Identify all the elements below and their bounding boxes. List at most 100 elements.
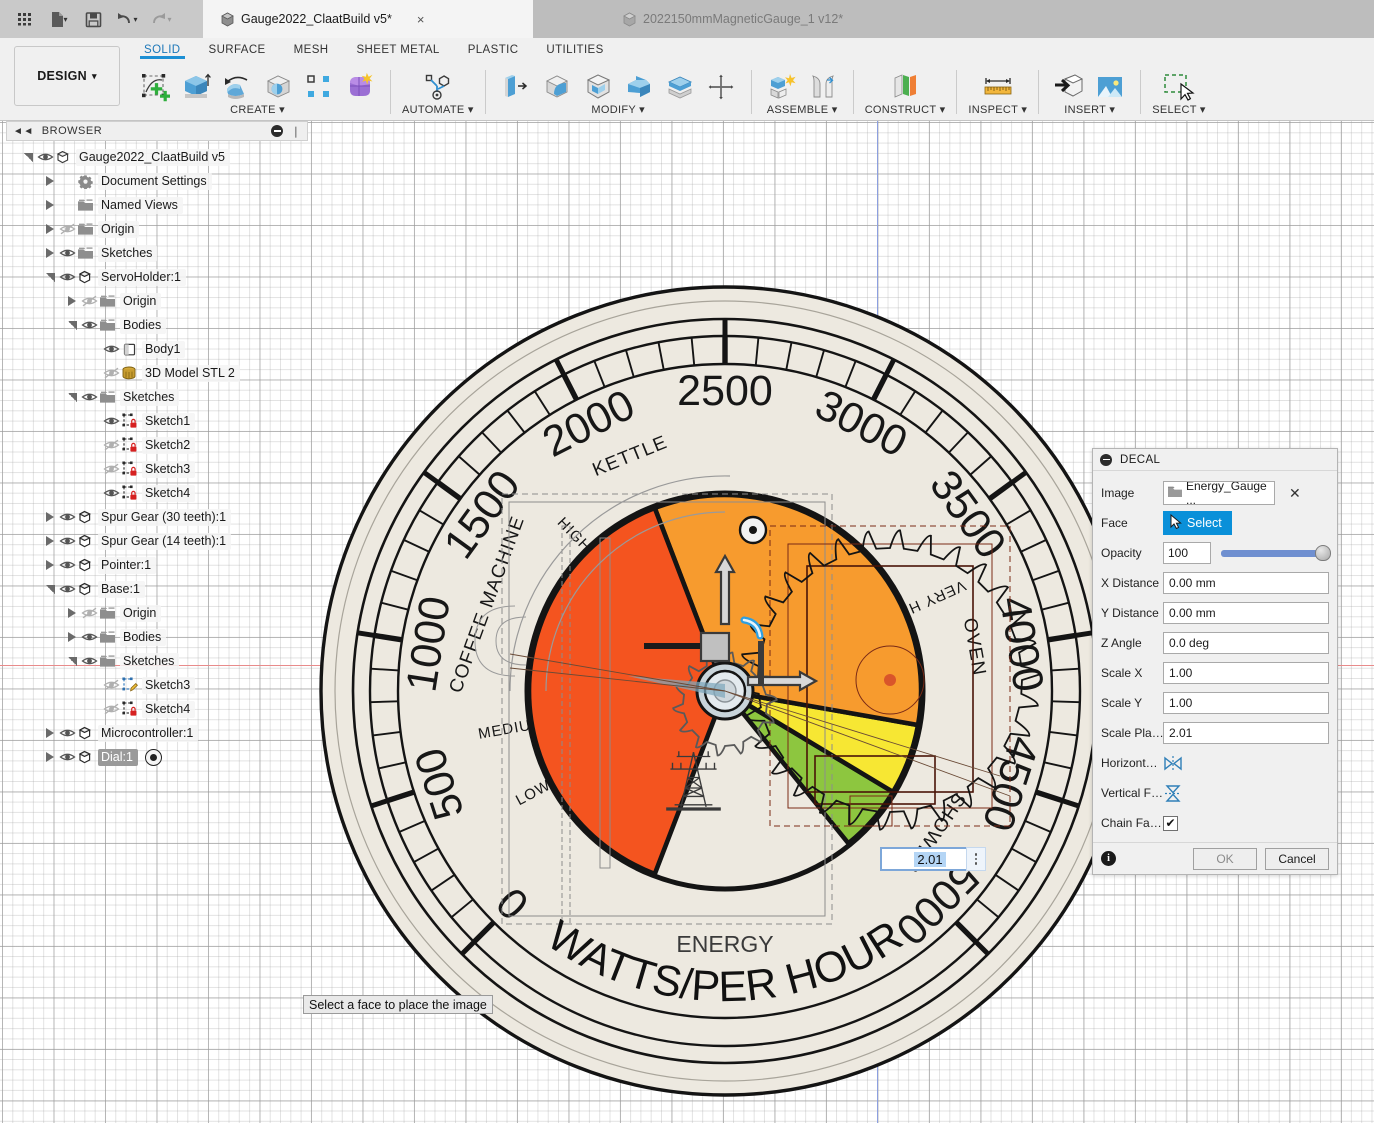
browser-tree-row[interactable]: ServoHolder:1 — [6, 265, 308, 289]
move-copy-icon[interactable] — [702, 71, 740, 103]
browser-tree-row[interactable]: Origin — [6, 601, 308, 625]
automate-icon[interactable] — [419, 71, 457, 103]
browser-tree-row[interactable]: Sketch1 — [6, 409, 308, 433]
eye-icon[interactable] — [102, 341, 120, 357]
browser-tree-row[interactable]: Base:1 — [6, 577, 308, 601]
revolve-icon[interactable] — [218, 71, 256, 103]
eye-off-icon[interactable] — [58, 221, 76, 237]
shell-icon[interactable] — [579, 71, 617, 103]
eye-icon[interactable] — [80, 389, 98, 405]
expand-arrow-icon[interactable] — [46, 224, 54, 234]
collapse-arrow-icon[interactable] — [67, 320, 77, 330]
eye-off-icon[interactable] — [102, 461, 120, 477]
scale-y-input[interactable]: 1.00 — [1163, 692, 1329, 714]
dimension-options-icon[interactable] — [966, 847, 986, 871]
ribbon-tab-sheet-metal[interactable]: SHEET METAL — [342, 40, 453, 56]
eye-off-icon[interactable] — [102, 437, 120, 453]
browser-tree-row[interactable]: Sketch3 — [6, 457, 308, 481]
insert-derive-icon[interactable] — [1050, 71, 1088, 103]
minus-circle-icon[interactable] — [1100, 453, 1112, 466]
x-distance-input[interactable]: 0.00 mm — [1163, 572, 1329, 594]
offset-face-icon[interactable] — [661, 71, 699, 103]
eye-icon[interactable] — [102, 413, 120, 429]
new-file-icon[interactable]: ▾ — [42, 4, 76, 34]
close-tab-icon[interactable]: × — [417, 12, 425, 27]
select-face-button[interactable]: Select — [1163, 511, 1232, 535]
ok-button[interactable]: OK — [1193, 847, 1257, 870]
form-icon[interactable] — [341, 71, 379, 103]
decal-dialog[interactable]: DECAL Image Energy_Gauge ... ✕ Face Sele… — [1092, 448, 1338, 875]
pattern-icon[interactable] — [300, 71, 338, 103]
browser-tree-row[interactable]: 3D Model STL 2 — [6, 361, 308, 385]
chain-faces-checkbox[interactable]: ✔ — [1163, 815, 1178, 831]
workspace-switcher[interactable]: DESIGN ▾ — [14, 46, 120, 106]
browser-tree-row[interactable]: Pointer:1 — [6, 553, 308, 577]
expand-arrow-icon[interactable] — [46, 176, 54, 186]
press-pull-icon[interactable] — [497, 71, 535, 103]
decal-image-field[interactable]: Energy_Gauge ... — [1163, 481, 1275, 505]
slider-knob[interactable] — [1315, 545, 1331, 561]
eye-icon[interactable] — [80, 317, 98, 333]
browser-tree-row[interactable]: Sketches — [6, 649, 308, 673]
browser-tree-row[interactable]: Origin — [6, 289, 308, 313]
fillet-icon[interactable] — [538, 71, 576, 103]
z-angle-input[interactable]: 0.0 deg — [1163, 632, 1329, 654]
collapse-arrow-icon[interactable] — [23, 152, 33, 162]
document-tab-inactive[interactable]: 2022150mmMagneticGauge_1 v12* — [533, 0, 933, 38]
cancel-button[interactable]: Cancel — [1265, 847, 1329, 870]
expand-arrow-icon[interactable] — [46, 536, 54, 546]
undo-icon[interactable]: ▾ — [110, 4, 144, 34]
browser-tree-row[interactable]: Gauge2022_ClaatBuild v5 — [6, 145, 308, 169]
document-tab-active[interactable]: Gauge2022_ClaatBuild v5* × — [203, 0, 533, 38]
collapse-arrow-icon[interactable] — [45, 272, 55, 282]
decal-image-icon[interactable] — [1091, 71, 1129, 103]
eye-icon[interactable] — [58, 557, 76, 573]
clear-image-icon[interactable]: ✕ — [1289, 485, 1301, 502]
eye-icon[interactable] — [58, 269, 76, 285]
chevron-double-left-icon[interactable]: ◄◄ — [13, 126, 34, 137]
select-window-icon[interactable] — [1157, 71, 1201, 103]
browser-tree-row[interactable]: Document Settings — [6, 169, 308, 193]
offset-plane-icon[interactable] — [886, 71, 924, 103]
eye-icon[interactable] — [58, 533, 76, 549]
panel-create-label[interactable]: CREATE ▾ — [230, 103, 285, 116]
eye-off-icon[interactable] — [80, 293, 98, 309]
eye-icon[interactable] — [58, 245, 76, 261]
collapse-arrow-icon[interactable] — [67, 656, 77, 666]
expand-arrow-icon[interactable] — [46, 560, 54, 570]
ribbon-tab-plastic[interactable]: PLASTIC — [454, 40, 533, 56]
opacity-slider[interactable] — [1221, 542, 1331, 564]
eye-icon[interactable] — [102, 485, 120, 501]
ribbon-tab-solid[interactable]: SOLID — [130, 40, 195, 59]
expand-arrow-icon[interactable] — [46, 248, 54, 258]
browser-tree-row[interactable]: Spur Gear (14 teeth):1 — [6, 529, 308, 553]
eye-icon[interactable] — [36, 149, 54, 165]
info-icon[interactable]: i — [1101, 851, 1116, 866]
app-grid-icon[interactable] — [8, 4, 42, 34]
browser-tree-row[interactable]: Sketches — [6, 385, 308, 409]
joint-origin-marker[interactable] — [738, 515, 768, 545]
browser-tree[interactable]: Gauge2022_ClaatBuild v5 Document Settings… — [6, 145, 308, 769]
gauge-dial-model[interactable]: 0 500 1000 1500 2000 2500 3000 3500 4000 4500 5000… — [310, 276, 1140, 1106]
eye-off-icon[interactable] — [102, 701, 120, 717]
opacity-input[interactable]: 100 — [1163, 542, 1211, 564]
vertical-flip-icon[interactable] — [1163, 784, 1185, 802]
eye-icon[interactable] — [58, 581, 76, 597]
panel-modify-label[interactable]: MODIFY ▾ — [591, 103, 645, 116]
eye-off-icon[interactable] — [102, 365, 120, 381]
ribbon-tab-surface[interactable]: SURFACE — [195, 40, 280, 56]
eye-icon[interactable] — [80, 629, 98, 645]
panel-automate-label[interactable]: AUTOMATE ▾ — [402, 103, 474, 116]
horizontal-flip-icon[interactable] — [1163, 754, 1185, 772]
expand-arrow-icon[interactable] — [68, 296, 76, 306]
expand-arrow-icon[interactable] — [68, 608, 76, 618]
browser-tree-row[interactable]: Sketch4 — [6, 481, 308, 505]
browser-tree-row[interactable]: Origin — [6, 217, 308, 241]
browser-tree-row[interactable]: Body1 — [6, 337, 308, 361]
resize-grip[interactable]: ❘ — [291, 125, 301, 138]
panel-inspect-label[interactable]: INSPECT ▾ — [968, 103, 1027, 116]
minus-circle-icon[interactable] — [271, 125, 284, 137]
save-icon[interactable] — [76, 4, 110, 34]
eye-icon[interactable] — [80, 653, 98, 669]
measure-icon[interactable] — [979, 71, 1017, 103]
